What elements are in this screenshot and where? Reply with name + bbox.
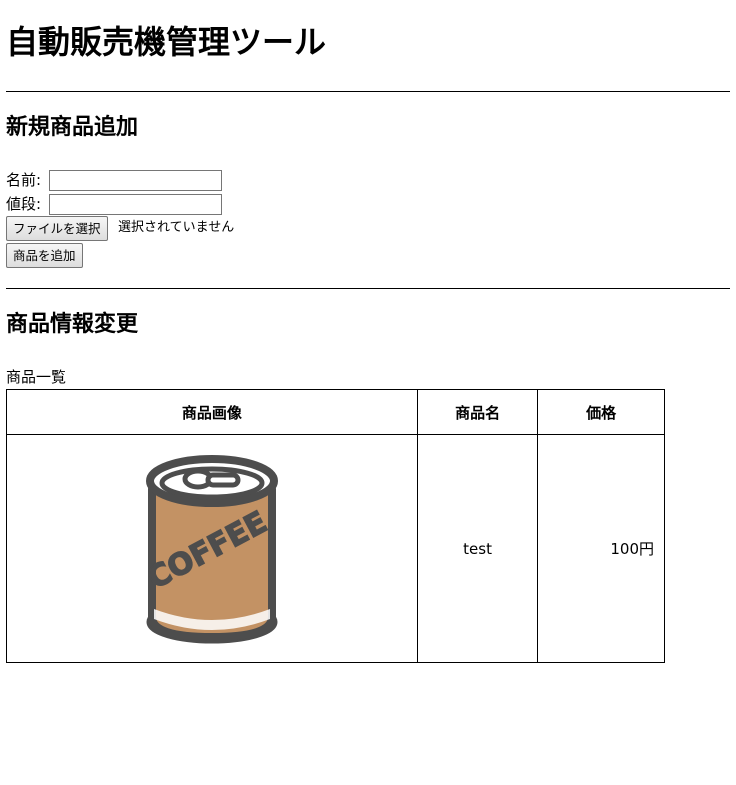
price-label: 値段: — [6, 195, 42, 213]
coffee-can-icon: COFFEE — [141, 449, 282, 649]
column-header-image: 商品画像 — [6, 389, 418, 435]
file-status-text: 選択されていません — [118, 220, 235, 235]
add-product-button[interactable]: 商品を追加 — [6, 243, 83, 268]
choose-file-button[interactable]: ファイルを選択 — [6, 216, 108, 241]
product-image-cell: COFFEE — [6, 434, 418, 663]
price-field[interactable] — [49, 194, 222, 215]
product-table: 商品画像 商品名 価格 COFFEE test 100円 — [6, 389, 665, 663]
divider-middle — [6, 288, 730, 289]
table-header-row: 商品画像 商品名 価格 — [6, 389, 665, 435]
page-title: 自動販売機管理ツール — [6, 23, 327, 61]
product-name-cell: test — [416, 434, 539, 663]
divider-top — [6, 91, 730, 92]
add-section-heading: 新規商品追加 — [6, 115, 139, 140]
product-price-cell: 100円 — [537, 434, 665, 663]
product-list-caption: 商品一覧 — [6, 368, 67, 386]
edit-section-heading: 商品情報変更 — [6, 312, 139, 337]
name-field[interactable] — [49, 170, 222, 191]
column-header-name: 商品名 — [416, 389, 539, 435]
name-label: 名前: — [6, 171, 42, 189]
column-header-price: 価格 — [537, 389, 665, 435]
table-row: COFFEE test 100円 — [6, 434, 665, 663]
